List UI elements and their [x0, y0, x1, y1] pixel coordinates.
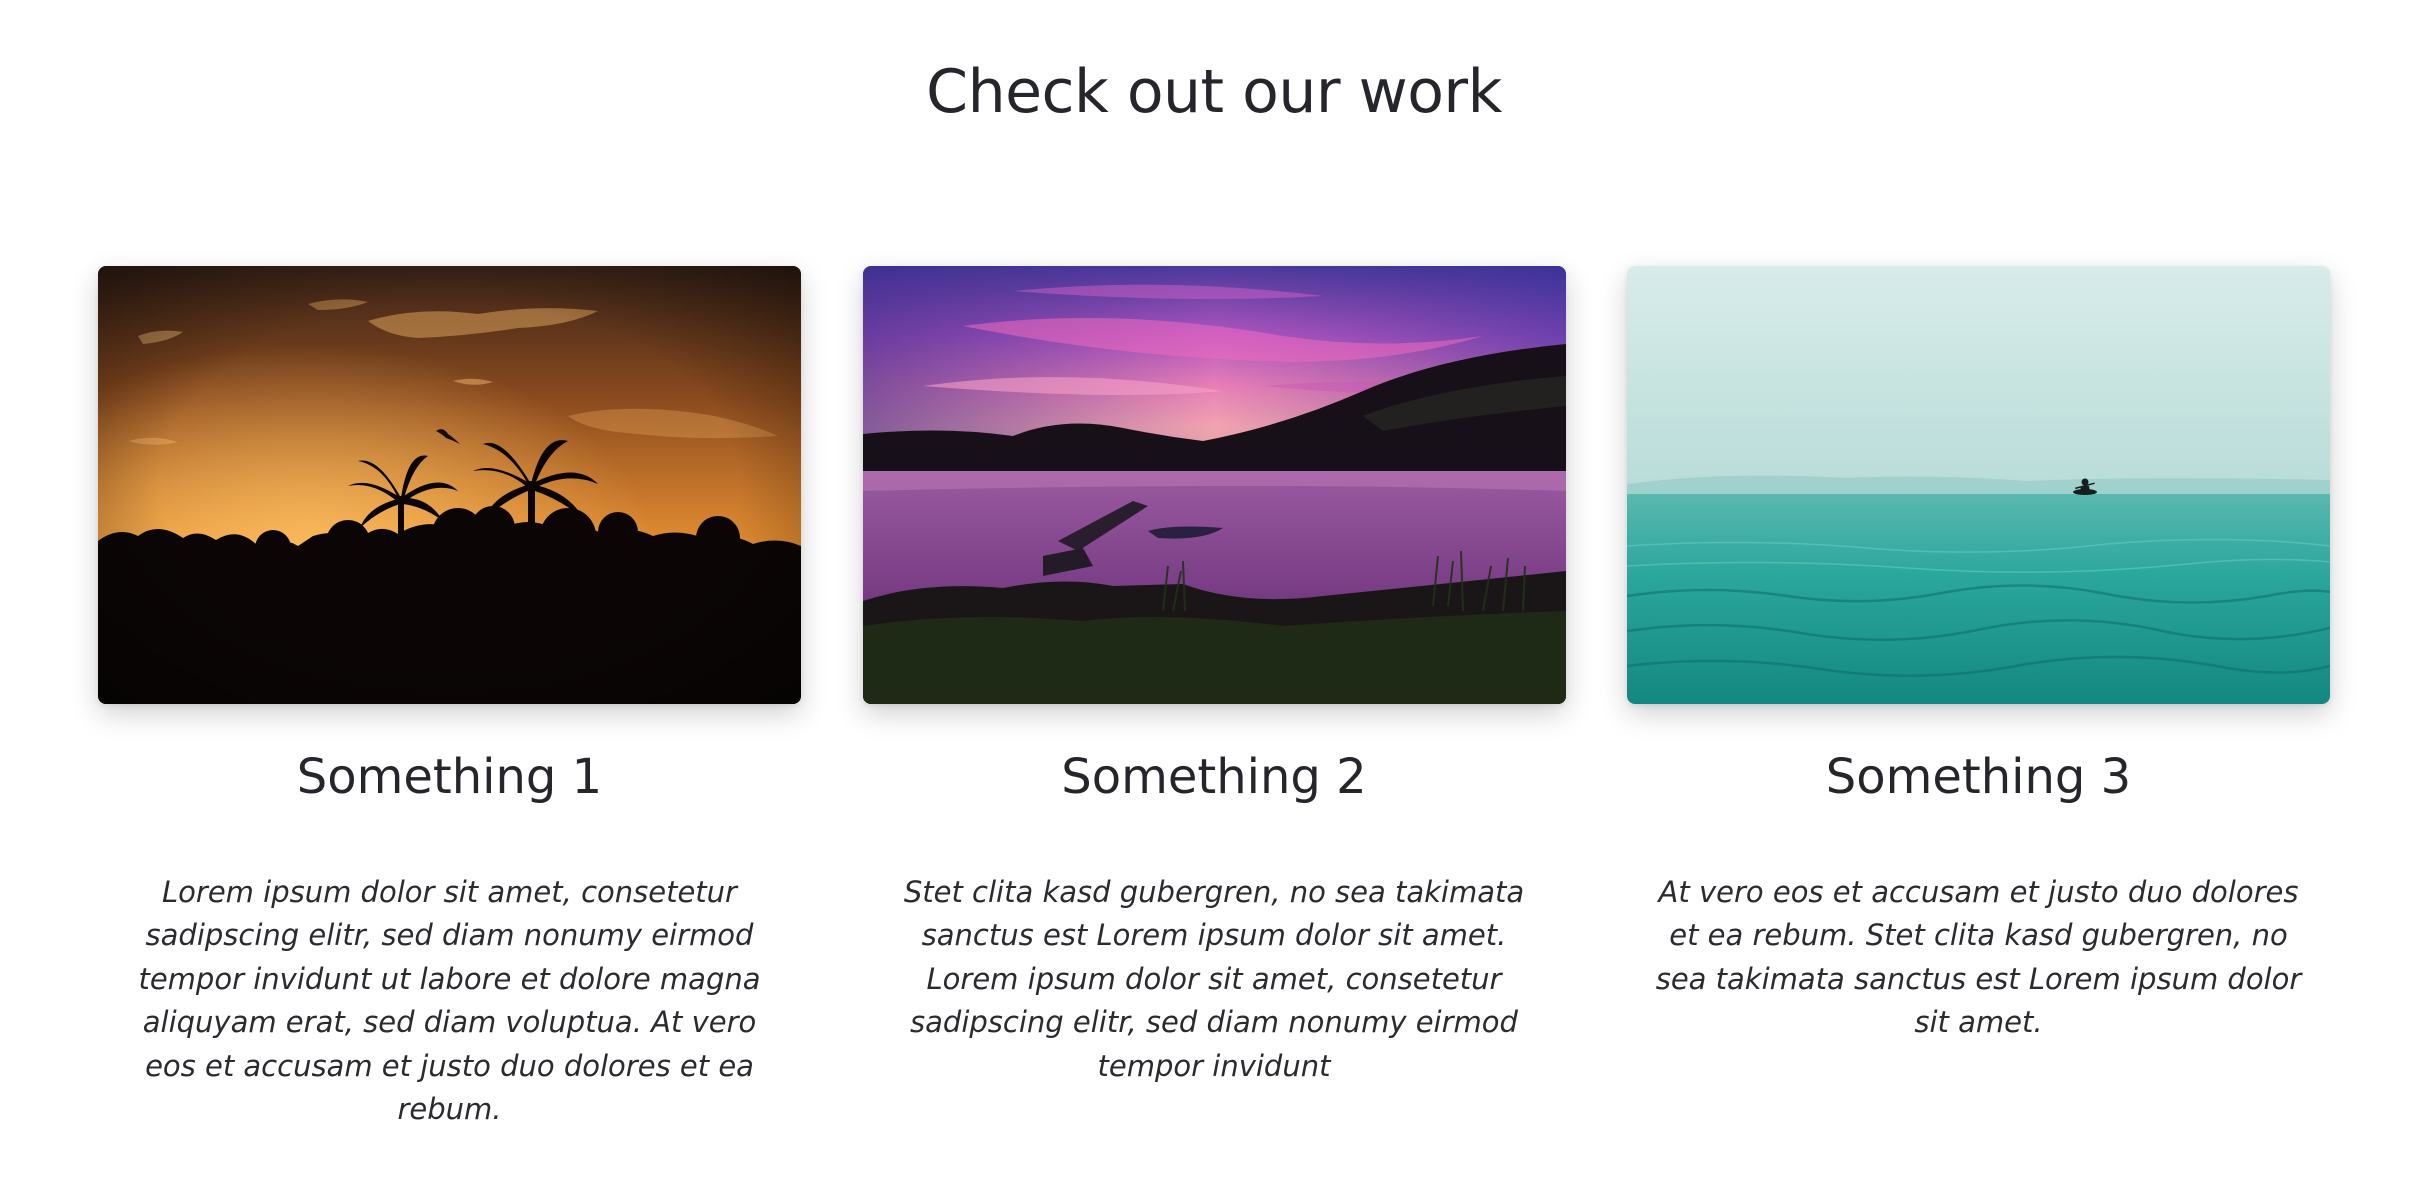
- card-image-lake[interactable]: [862, 266, 1566, 704]
- card-image-sunset[interactable]: [98, 266, 801, 704]
- card-title: Something 2: [1061, 749, 1367, 805]
- work-card-2: Something 2 Stet clita kasd gubergren, n…: [862, 266, 1566, 1132]
- work-card-3: Something 3 At vero eos et accusam et ju…: [1627, 266, 2330, 1132]
- section-title: Check out our work: [926, 57, 1502, 127]
- card-description: At vero eos et accusam et justo duo dolo…: [1655, 874, 2302, 1040]
- card-image-sea[interactable]: [1627, 266, 2330, 704]
- card-title: Something 1: [296, 749, 603, 805]
- work-card-1: Something 1 Lorem ipsum dolor sit amet, …: [98, 266, 801, 1132]
- sunset-palm-image: [98, 266, 801, 704]
- purple-lake-image: [862, 266, 1566, 704]
- card-description: Stet clita kasd gubergren, no sea takima…: [903, 874, 1525, 1083]
- portfolio-section: Check out our work Something 1 Lorem ips…: [0, 0, 2428, 1188]
- card-title: Something 3: [1825, 749, 2132, 805]
- foggy-sea-image: [1627, 266, 2330, 704]
- card-description: Lorem ipsum dolor sit amet, consetetur s…: [138, 874, 761, 1127]
- cards-row: Something 1 Lorem ipsum dolor sit amet, …: [98, 266, 2330, 1132]
